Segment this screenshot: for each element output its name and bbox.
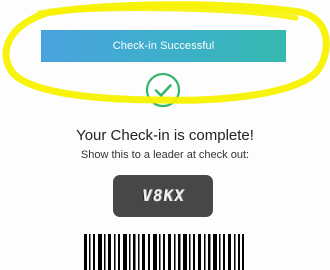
- security-code: V8KX: [140, 186, 186, 205]
- banner-label: Check-in Successful: [112, 40, 215, 52]
- check-circle-icon: [145, 72, 181, 108]
- barcode-icon: [84, 234, 244, 270]
- instruction-text: Show this to a leader at check out:: [80, 149, 250, 161]
- checkin-screen: Check-in Successful Your Check-in is com…: [0, 0, 330, 270]
- check-in-status-banner: Check-in Successful: [41, 30, 286, 62]
- security-code-badge: V8KX: [113, 175, 213, 217]
- page-title: Your Check-in is complete!: [76, 127, 254, 144]
